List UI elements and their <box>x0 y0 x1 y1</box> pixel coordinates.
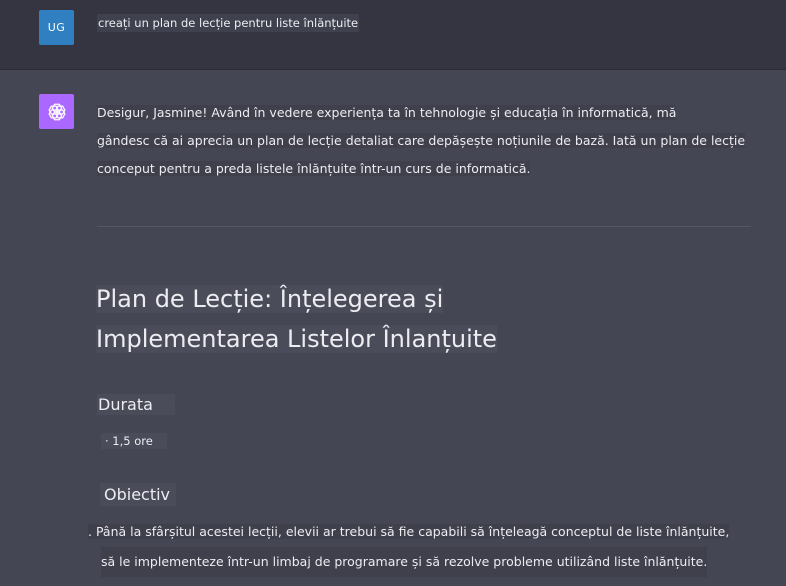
intro-line-1: Desigur, Jasmine! Având în vedere experi… <box>97 105 677 120</box>
user-avatar: UG <box>39 10 74 45</box>
title-line-2: Implementarea Listelor Înlanțuite <box>96 325 497 353</box>
objective-heading: Obiectiv <box>100 483 177 506</box>
assistant-intro: Desigur, Jasmine! Având în vedere experi… <box>97 99 757 183</box>
intro-line-2: gândesc că ai aprecia un plan de lecție … <box>97 133 746 148</box>
assistant-avatar <box>39 94 74 129</box>
objective-text: . Până la sfârșitul acestei lecții, elev… <box>88 517 758 577</box>
user-message-row: UG creați un plan de lecție pentru liste… <box>0 0 786 70</box>
intro-line-3: conceput pentru a preda listele înlănțui… <box>97 161 531 176</box>
title-line-1: Plan de Lecție: Înțelegerea și <box>96 285 444 313</box>
objective-line-2: să le implementeze într-un limbaj de pro… <box>101 547 708 577</box>
duration-heading: Durata <box>97 394 175 415</box>
lesson-title: Plan de Lecție: Înțelegerea și Implement… <box>96 279 636 359</box>
objective-line-1: . Până la sfârșitul acestei lecții, elev… <box>88 524 730 539</box>
duration-item: · 1,5 ore <box>101 433 167 449</box>
openai-logo-icon <box>47 103 66 120</box>
user-message-text: creați un plan de lecție pentru liste în… <box>97 14 360 32</box>
section-divider <box>97 226 751 227</box>
